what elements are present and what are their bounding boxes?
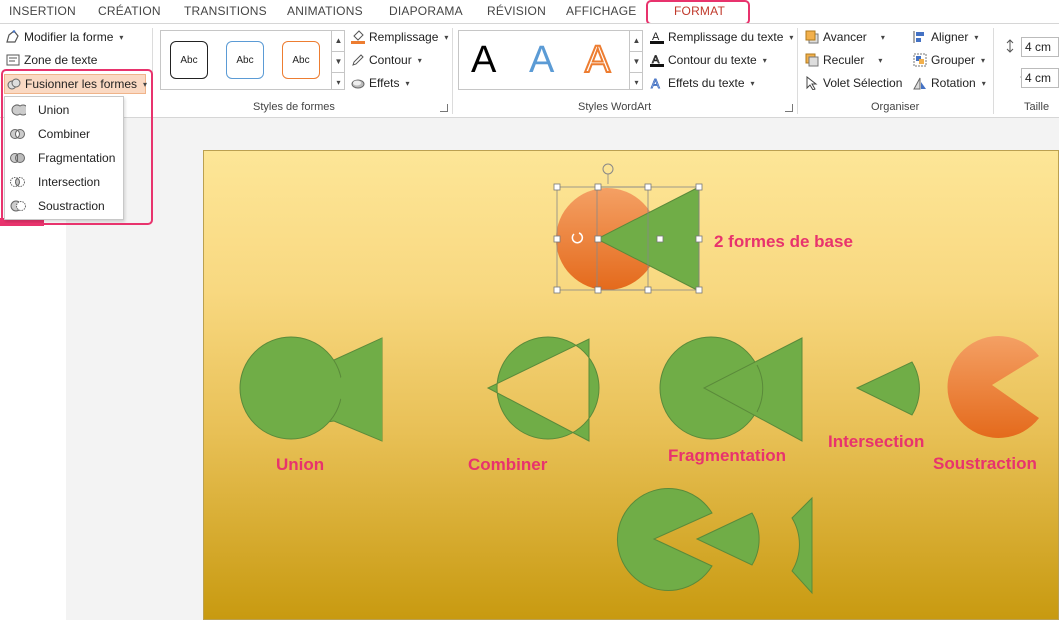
slide-shapes <box>239 163 1039 595</box>
text-outline-label: Contour du texte <box>668 53 757 67</box>
shape-style-sample-2[interactable]: Abc <box>226 41 264 79</box>
gallery-more-icon[interactable]: ▾ <box>630 73 643 93</box>
group-separator <box>797 28 798 114</box>
align-button[interactable]: Aligner ▾ <box>913 30 978 44</box>
fragment-piece-wedge <box>695 512 760 566</box>
rotate-handle-icon[interactable] <box>602 163 614 175</box>
wordart-sample-3[interactable]: A <box>584 38 611 82</box>
svg-text:A: A <box>651 76 660 90</box>
wordart-gallery[interactable]: A A A ▲ ▼ ▾ <box>458 30 643 90</box>
tab-affichage[interactable]: AFFICHAGE <box>566 4 636 18</box>
shape-width-input[interactable]: 4 cm <box>1021 68 1059 88</box>
group-button[interactable]: Grouper ▾ <box>913 53 985 67</box>
align-label: Aligner <box>931 30 969 44</box>
size-group-label: Taille <box>1024 101 1050 113</box>
rotate-label: Rotation <box>931 76 976 90</box>
scroll-down-icon[interactable]: ▼ <box>332 52 345 73</box>
text-fill-button[interactable]: A Remplissage du texte ▾ <box>650 30 793 44</box>
ribbon-tab-bar: INSERTION CRÉATION TRANSITIONS ANIMATION… <box>0 0 1059 25</box>
shape-styles-group-label: Styles de formes <box>253 101 335 113</box>
text-outline-icon: A <box>650 53 664 67</box>
base-shapes-label: 2 formes de base <box>714 232 853 251</box>
effects-icon <box>351 76 365 90</box>
shape-style-sample-1[interactable]: Abc <box>170 41 208 79</box>
gallery-more-icon[interactable]: ▾ <box>332 73 345 93</box>
wordart-launcher-icon[interactable] <box>785 104 793 112</box>
subtraction-shape <box>947 336 1039 438</box>
shape-style-sample-3[interactable]: Abc <box>282 41 320 79</box>
text-box-label: Zone de texte <box>24 53 98 67</box>
intersection-label: Intersection <box>828 432 925 451</box>
bring-forward-label: Avancer <box>823 30 867 44</box>
align-icon <box>913 30 927 44</box>
group-label: Grouper <box>931 53 976 67</box>
tab-insertion[interactable]: INSERTION <box>9 4 76 18</box>
merge-menu-highlight <box>1 69 153 225</box>
bring-forward-icon <box>805 30 819 44</box>
subtraction-label: Soustraction <box>933 454 1037 473</box>
shape-effects-button[interactable]: Effets ▾ <box>351 76 409 90</box>
slide[interactable]: 2 formes de base Union Combiner Fragment… <box>203 150 1059 620</box>
format-tab-highlight <box>646 0 750 25</box>
edit-shape-button[interactable]: Modifier la forme ▾ <box>6 30 123 44</box>
scroll-down-icon[interactable]: ▼ <box>630 52 643 73</box>
group-separator <box>452 28 453 114</box>
text-effects-button[interactable]: A Effets du texte ▾ <box>650 76 755 92</box>
union-label: Union <box>276 455 325 474</box>
shape-outline-button[interactable]: Contour ▾ <box>351 53 422 67</box>
shape-styles-scroll[interactable]: ▲ ▼ ▾ <box>331 31 345 89</box>
send-backward-icon <box>805 53 819 67</box>
send-backward-label: Reculer <box>823 53 865 67</box>
send-backward-button[interactable]: Reculer ▾ <box>805 53 882 67</box>
scroll-up-icon[interactable]: ▲ <box>630 31 643 52</box>
wordart-scroll[interactable]: ▲ ▼ ▾ <box>629 31 643 89</box>
shape-styles-launcher-icon[interactable] <box>440 104 448 112</box>
selection-pane-button[interactable]: Volet Sélection <box>805 75 903 91</box>
scroll-up-icon[interactable]: ▲ <box>332 31 345 52</box>
text-fill-label: Remplissage du texte <box>668 30 784 44</box>
text-box-button[interactable]: Zone de texte <box>6 53 97 67</box>
tab-revision[interactable]: RÉVISION <box>487 4 546 18</box>
text-fill-icon: A <box>650 30 664 44</box>
union-circle-part <box>239 336 343 440</box>
text-outline-button[interactable]: A Contour du texte ▾ <box>650 53 767 67</box>
text-effects-icon: A <box>650 76 664 92</box>
group-icon <box>913 53 927 67</box>
group-separator <box>993 28 994 114</box>
text-box-icon <box>6 53 20 67</box>
paint-bucket-icon <box>351 30 365 44</box>
edit-shape-icon <box>6 30 20 44</box>
shape-height-icon <box>1003 39 1017 53</box>
shape-fill-button[interactable]: Remplissage ▾ <box>351 30 448 44</box>
wordart-group-label: Styles WordArt <box>578 101 652 113</box>
wordart-sample-2[interactable]: A <box>529 39 554 82</box>
shape-outline-label: Contour <box>369 53 412 67</box>
wordart-sample-1[interactable]: A <box>471 39 496 82</box>
tab-animations[interactable]: ANIMATIONS <box>287 4 363 18</box>
pencil-icon <box>351 53 365 67</box>
tab-creation[interactable]: CRÉATION <box>98 4 161 18</box>
rotate-icon <box>913 76 927 90</box>
shape-height-input[interactable]: 4 cm <box>1021 37 1059 57</box>
arrange-group-label: Organiser <box>871 101 920 113</box>
selection-pane-icon <box>805 75 819 91</box>
combine-shape <box>486 336 600 442</box>
intersection-shape <box>855 361 920 416</box>
shape-effects-label: Effets <box>369 76 400 90</box>
rotate-button[interactable]: Rotation ▾ <box>913 76 986 90</box>
selection-pane-label: Volet Sélection <box>823 76 903 90</box>
tab-transitions[interactable]: TRANSITIONS <box>184 4 267 18</box>
shape-styles-gallery[interactable]: Abc Abc Abc ▲ ▼ ▾ <box>160 30 345 90</box>
bring-forward-button[interactable]: Avancer ▾ <box>805 30 885 44</box>
tab-diaporama[interactable]: DIAPORAMA <box>389 4 463 18</box>
edit-shape-label: Modifier la forme <box>24 30 114 44</box>
fragment-piece-triangle <box>791 496 813 595</box>
shape-fill-label: Remplissage <box>369 30 439 44</box>
combine-label: Combiner <box>468 455 548 474</box>
fragmentation-label: Fragmentation <box>668 446 787 465</box>
text-effects-label: Effets du texte <box>668 76 745 90</box>
